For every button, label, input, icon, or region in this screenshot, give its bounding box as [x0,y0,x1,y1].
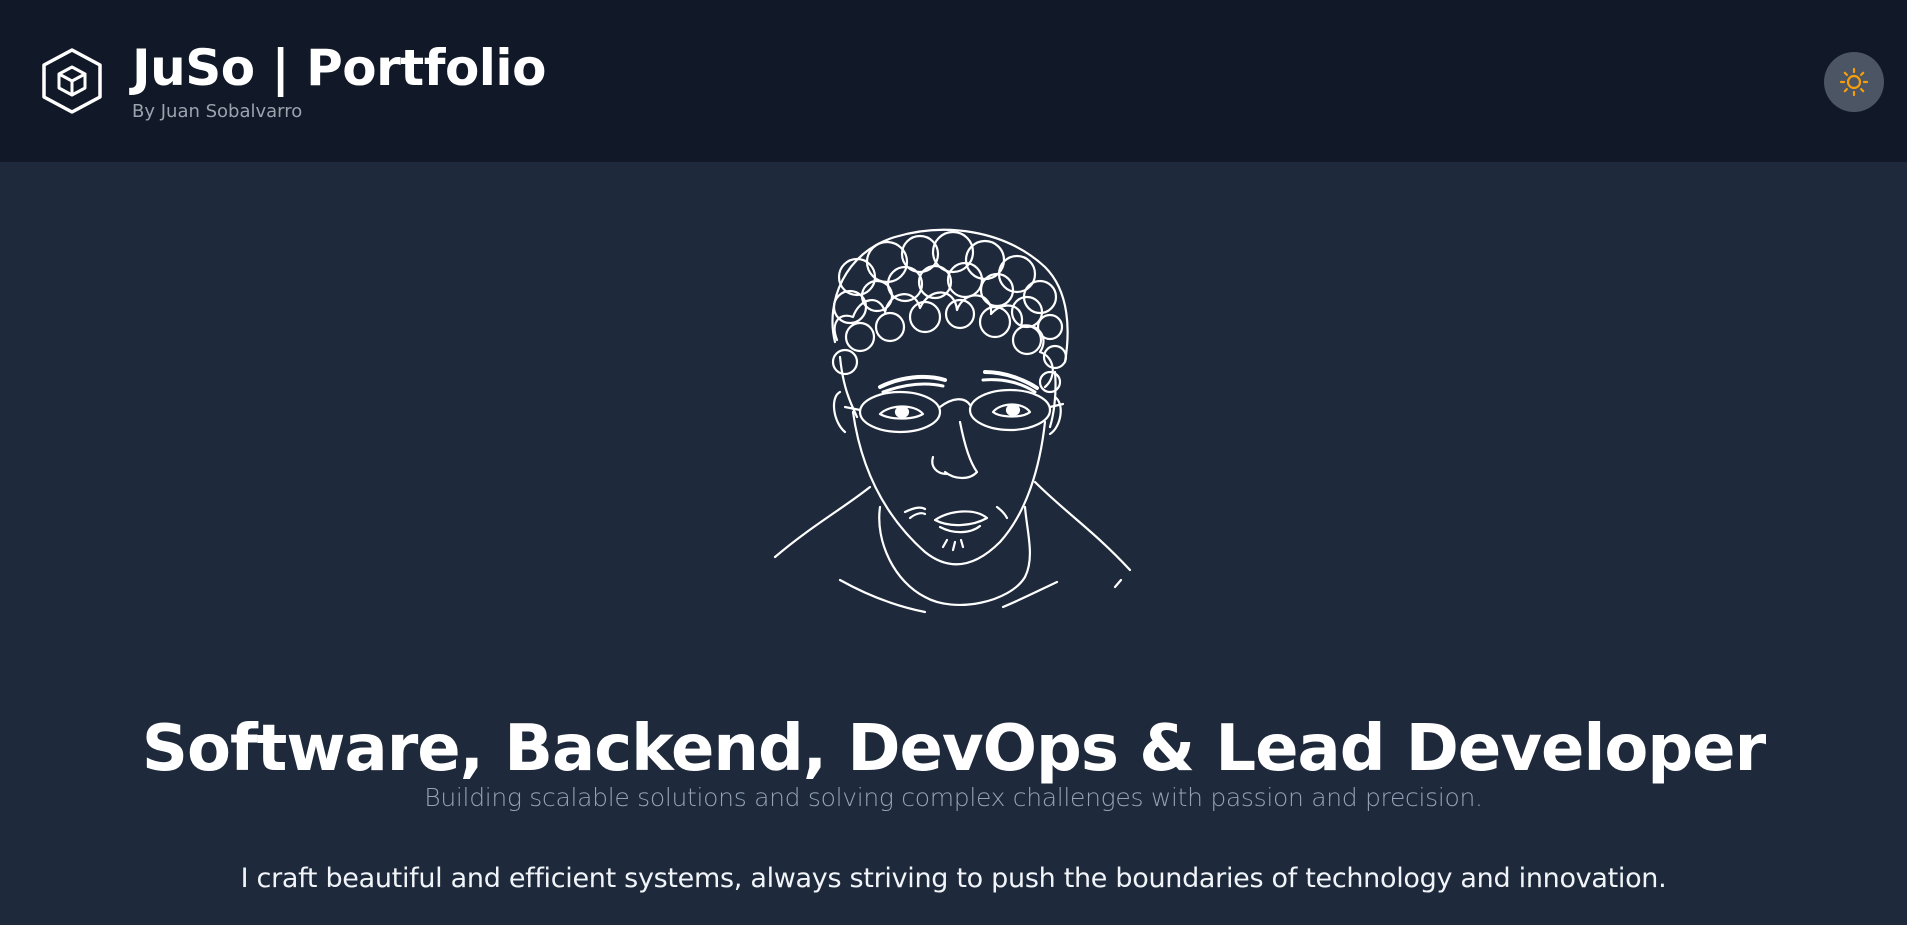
hero-title: Software, Backend, DevOps & Lead Develop… [141,711,1766,786]
portrait-illustration [773,228,1132,614]
sun-icon [1839,67,1869,97]
hero-subtitle: Building scalable solutions and solving … [424,783,1483,812]
hero-description: I craft beautiful and efficient systems,… [240,863,1667,894]
site-header: JuSo | Portfolio By Juan Sobalvarro [0,0,1907,162]
brand-subtitle: By Juan Sobalvarro [132,101,303,122]
theme-toggle-button[interactable] [1824,52,1884,112]
cube-logo-icon[interactable] [40,47,104,115]
brand-title[interactable]: JuSo | Portfolio [132,36,546,100]
